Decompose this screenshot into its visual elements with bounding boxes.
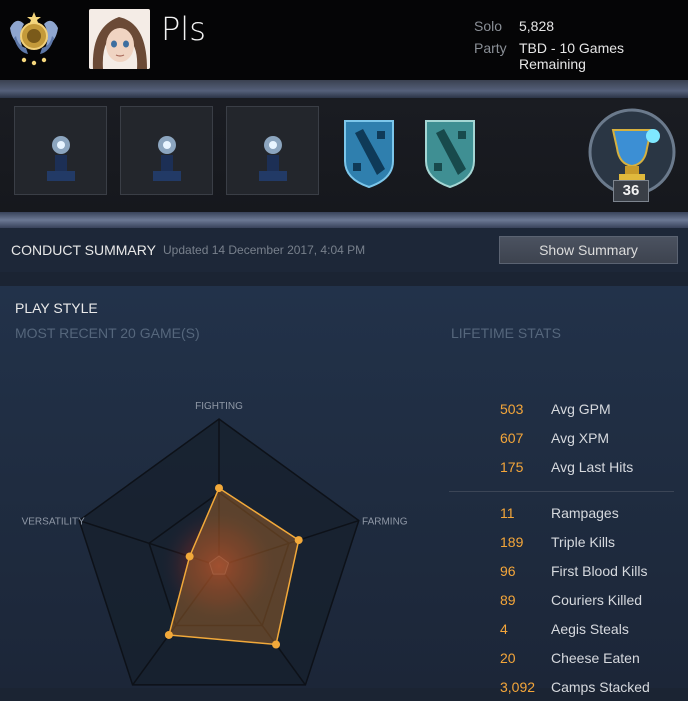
lifetime-stats-label: LIFETIME STATS: [451, 325, 561, 341]
trophy-slot-2[interactable]: [120, 106, 213, 195]
recent-games-label: MOST RECENT 20 GAME(S): [15, 325, 200, 341]
conduct-summary-title: CONDUCT SUMMARY: [11, 242, 156, 258]
stat-label: Aegis Steals: [551, 621, 629, 637]
stat-value: 175: [500, 459, 524, 475]
dota-shield-blue-icon[interactable]: [339, 117, 399, 189]
stat-value: 607: [500, 430, 524, 446]
radar-point-supporting: [272, 640, 281, 649]
show-summary-button[interactable]: Show Summary: [499, 236, 678, 264]
stats-divider: [449, 491, 674, 492]
stat-label: Rampages: [551, 505, 619, 521]
stat-row: 189 Triple Kills: [460, 534, 680, 556]
player-name: Pls: [161, 10, 206, 48]
party-mmr-value: TBD - 10 Games Remaining: [519, 40, 625, 72]
stat-label: Cheese Eaten: [551, 650, 640, 666]
radar-point-pushing: [164, 630, 173, 639]
stat-row: 20 Cheese Eaten: [460, 650, 680, 672]
stat-value: 89: [500, 592, 516, 608]
playstyle-title: PLAY STYLE: [15, 300, 98, 316]
stat-value: 3,092: [500, 679, 536, 695]
radar-point-farming: [294, 536, 303, 545]
solo-mmr-value: 5,828: [519, 18, 555, 34]
stat-label: Avg GPM: [551, 401, 611, 417]
pedestal-icon: [259, 136, 287, 181]
stat-row: 503 Avg GPM: [460, 401, 680, 423]
stat-label: Triple Kills: [551, 534, 616, 550]
stat-label: Camps Stacked: [551, 679, 650, 695]
stat-row: 3,092 Camps Stacked: [460, 679, 680, 701]
stat-label: Avg XPM: [551, 430, 610, 446]
stat-value: 4: [500, 621, 508, 637]
background-band: [0, 80, 688, 98]
stat-row: 4 Aegis Steals: [460, 621, 680, 643]
stat-value: 503: [500, 401, 524, 417]
radar-axis-label: FARMING: [362, 517, 408, 528]
stat-row: 175 Avg Last Hits: [460, 459, 680, 481]
party-mmr-label: Party: [474, 40, 507, 56]
stat-label: First Blood Kills: [551, 563, 648, 579]
stat-row: 607 Avg XPM: [460, 430, 680, 452]
solo-mmr-label: Solo: [474, 18, 503, 34]
avatar-portrait-icon: [89, 9, 150, 69]
stat-value: 96: [500, 563, 516, 579]
dota-shield-teal-icon[interactable]: [420, 117, 480, 189]
radar-axis-label: FIGHTING: [195, 401, 243, 412]
stat-label: Avg Last Hits: [551, 459, 634, 475]
stat-value: 189: [500, 534, 524, 550]
trophy-slot-1[interactable]: [14, 106, 107, 195]
playstyle-radar-chart: FIGHTINGFARMINGSUPPORTINGPUSHINGVERSATIL…: [22, 401, 408, 686]
pedestal-icon: [153, 136, 181, 181]
radar-point-versatility: [185, 552, 194, 561]
stat-row: 89 Couriers Killed: [460, 592, 680, 614]
conduct-updated-date: Updated 14 December 2017, 4:04 PM: [163, 243, 366, 257]
stat-label: Couriers Killed: [551, 592, 643, 608]
radar-axis-label: VERSATILITY: [22, 517, 85, 528]
stat-value: 11: [500, 505, 515, 521]
level-badge: 36: [613, 180, 649, 202]
background-band: [0, 212, 688, 228]
trophy-slot-3[interactable]: [226, 106, 319, 195]
radar-point-fighting: [215, 484, 223, 493]
rank-medal-icon: [10, 12, 58, 66]
pedestal-icon: [47, 136, 75, 181]
stat-row: 11 Rampages: [460, 505, 680, 527]
stat-row: 96 First Blood Kills: [460, 563, 680, 585]
stat-value: 20: [500, 650, 516, 666]
avatar[interactable]: [89, 9, 150, 69]
